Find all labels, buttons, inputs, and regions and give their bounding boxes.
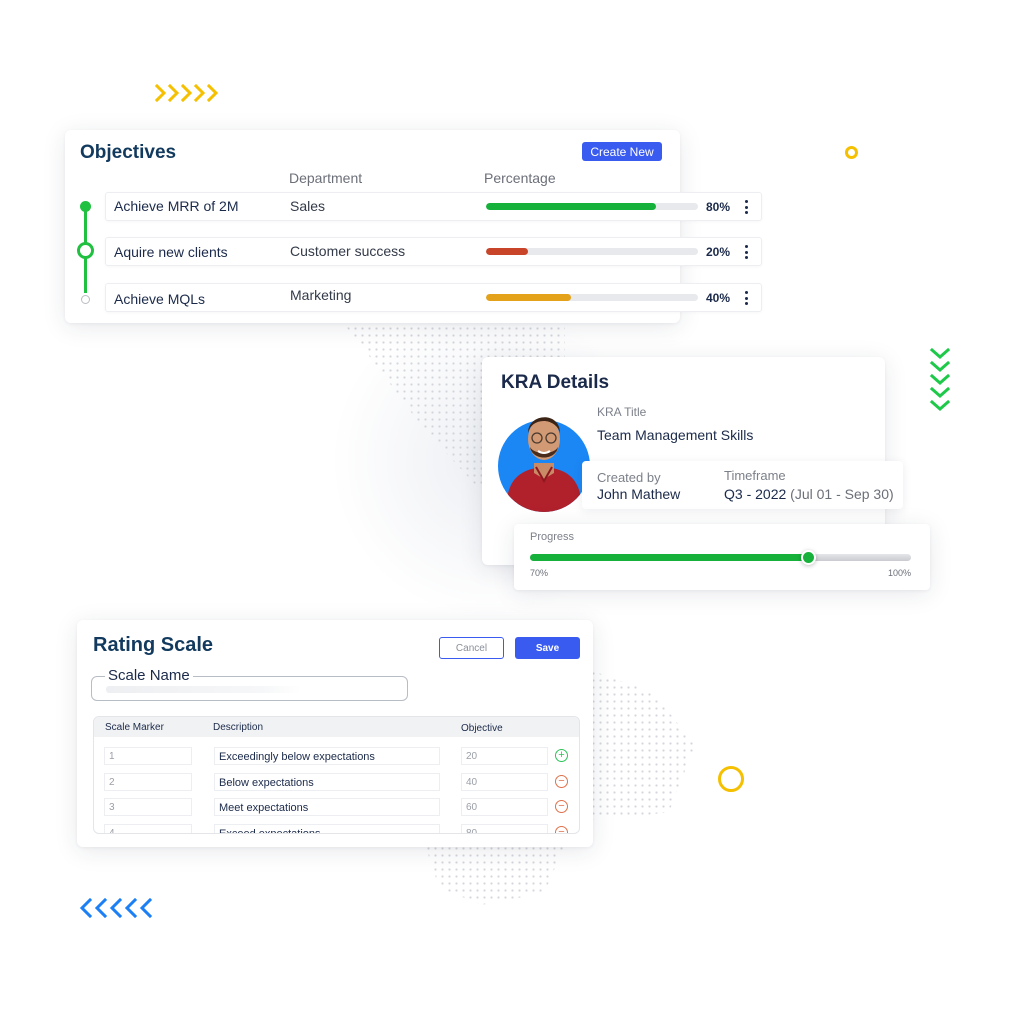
create-new-button[interactable]: Create New xyxy=(582,142,662,161)
chevrons-down-decoration-icon xyxy=(929,347,951,411)
objective-input[interactable]: 60 xyxy=(461,798,548,816)
avatar xyxy=(498,401,590,512)
more-options-icon[interactable] xyxy=(742,198,750,216)
objective-input[interactable]: 80 xyxy=(461,824,548,833)
rating-scale-title: Rating Scale xyxy=(93,634,214,656)
objective-progress-fill xyxy=(486,248,529,255)
description-input[interactable]: Below expectations xyxy=(214,773,440,791)
chevrons-left-decoration-icon xyxy=(79,897,153,919)
objective-percentage: 20% xyxy=(706,245,731,259)
progress-slider-thumb[interactable] xyxy=(801,550,817,565)
objective-progress-bar xyxy=(486,294,698,301)
objective-input[interactable]: 20 xyxy=(461,747,548,765)
table-row: 2 Below expectations 40− xyxy=(94,773,579,793)
remove-row-icon[interactable]: − xyxy=(555,800,568,813)
progress-min-label: 70% xyxy=(530,568,549,578)
objective-row[interactable]: Achieve MQLs Marketing 40% xyxy=(105,283,762,312)
remove-row-icon[interactable]: − xyxy=(555,826,568,833)
objective-department: Sales xyxy=(290,198,326,214)
objective-row[interactable]: Aquire new clients Customer success 20% xyxy=(105,237,762,266)
ring-decoration-large xyxy=(718,766,744,792)
objective-progress-fill xyxy=(486,294,571,301)
timeline-dot-pending xyxy=(81,295,90,304)
dot-pattern xyxy=(590,670,695,820)
scale-marker-input[interactable]: 1 xyxy=(104,747,192,765)
kra-meta-card: Created by John Mathew Timeframe Q3 - 20… xyxy=(582,461,903,509)
description-input[interactable]: Meet expectations xyxy=(214,798,440,816)
timeline-dot-complete xyxy=(80,201,91,212)
description-input[interactable]: Exceed expectations xyxy=(214,824,440,833)
objective-name: Aquire new clients xyxy=(114,244,228,260)
objectives-title: Objectives xyxy=(80,142,177,163)
progress-card: Progress 70% 100% xyxy=(514,524,930,590)
scale-marker-input[interactable]: 2 xyxy=(104,773,192,791)
objective-department: Customer success xyxy=(290,243,406,259)
table-row: 4 Exceed expectations 80− xyxy=(94,824,579,833)
timeframe-label: Timeframe xyxy=(724,468,786,483)
progress-slider-fill xyxy=(530,554,809,561)
more-options-icon[interactable] xyxy=(742,243,750,261)
objective-input[interactable]: 40 xyxy=(461,773,548,791)
kra-title-label: KRA Title xyxy=(597,405,647,419)
table-row: 3 Meet expectations 60− xyxy=(94,798,579,818)
progress-label: Progress xyxy=(530,531,575,543)
scale-name-field[interactable]: Scale Name xyxy=(91,667,408,701)
cancel-button[interactable]: Cancel xyxy=(439,637,504,659)
remove-row-icon[interactable]: − xyxy=(555,775,568,788)
save-button[interactable]: Save xyxy=(515,637,580,659)
objective-name: Achieve MRR of 2M xyxy=(114,198,239,214)
timeframe-range: (Jul 01 - Sep 30) xyxy=(790,486,894,502)
column-header-description: Description xyxy=(213,722,264,733)
objective-row[interactable]: Achieve MRR of 2M Sales 80% xyxy=(105,192,762,221)
person-photo-icon xyxy=(506,417,582,512)
table-row: 1 Exceedingly below expectations 20 + xyxy=(94,747,579,767)
add-row-icon[interactable]: + xyxy=(555,749,568,762)
chevrons-right-decoration-icon xyxy=(154,83,219,103)
column-header-percentage: Percentage xyxy=(484,170,556,186)
created-by-value: John Mathew xyxy=(597,486,681,502)
objective-percentage: 80% xyxy=(706,200,731,214)
column-header-objective: Objective xyxy=(461,723,503,734)
timeframe-value: Q3 - 2022 (Jul 01 - Sep 30) xyxy=(724,486,894,502)
scale-marker-input[interactable]: 3 xyxy=(104,798,192,816)
scale-name-input-placeholder[interactable] xyxy=(106,686,301,693)
objective-department: Marketing xyxy=(290,287,352,303)
progress-slider-track[interactable] xyxy=(530,550,911,565)
column-header-scale-marker: Scale Marker xyxy=(105,722,164,733)
description-input[interactable]: Exceedingly below expectations xyxy=(214,747,440,765)
table-header: Scale Marker Description Objective xyxy=(94,717,579,737)
scale-name-label: Scale Name xyxy=(105,667,193,684)
kra-details-title: KRA Details xyxy=(501,372,610,393)
rating-scale-card: Rating Scale Cancel Save Scale Name Scal… xyxy=(77,620,593,847)
objective-progress-fill xyxy=(486,203,656,210)
objective-percentage: 40% xyxy=(706,291,731,305)
ring-decoration-small xyxy=(845,146,858,159)
more-options-icon[interactable] xyxy=(742,289,750,307)
timeframe-quarter: Q3 - 2022 xyxy=(724,486,787,502)
objective-progress-bar xyxy=(486,248,698,255)
scale-marker-input[interactable]: 4 xyxy=(104,824,192,833)
rating-scale-table: Scale Marker Description Objective 1 Exce… xyxy=(93,716,580,834)
timeline-dot-current xyxy=(77,242,94,259)
dot-pattern xyxy=(425,845,565,905)
created-by-label: Created by xyxy=(597,470,661,485)
progress-max-label: 100% xyxy=(887,568,911,578)
objective-progress-bar xyxy=(486,203,698,210)
kra-title-value: Team Management Skills xyxy=(597,427,754,443)
column-header-department: Department xyxy=(289,170,363,186)
objective-name: Achieve MQLs xyxy=(114,291,206,307)
